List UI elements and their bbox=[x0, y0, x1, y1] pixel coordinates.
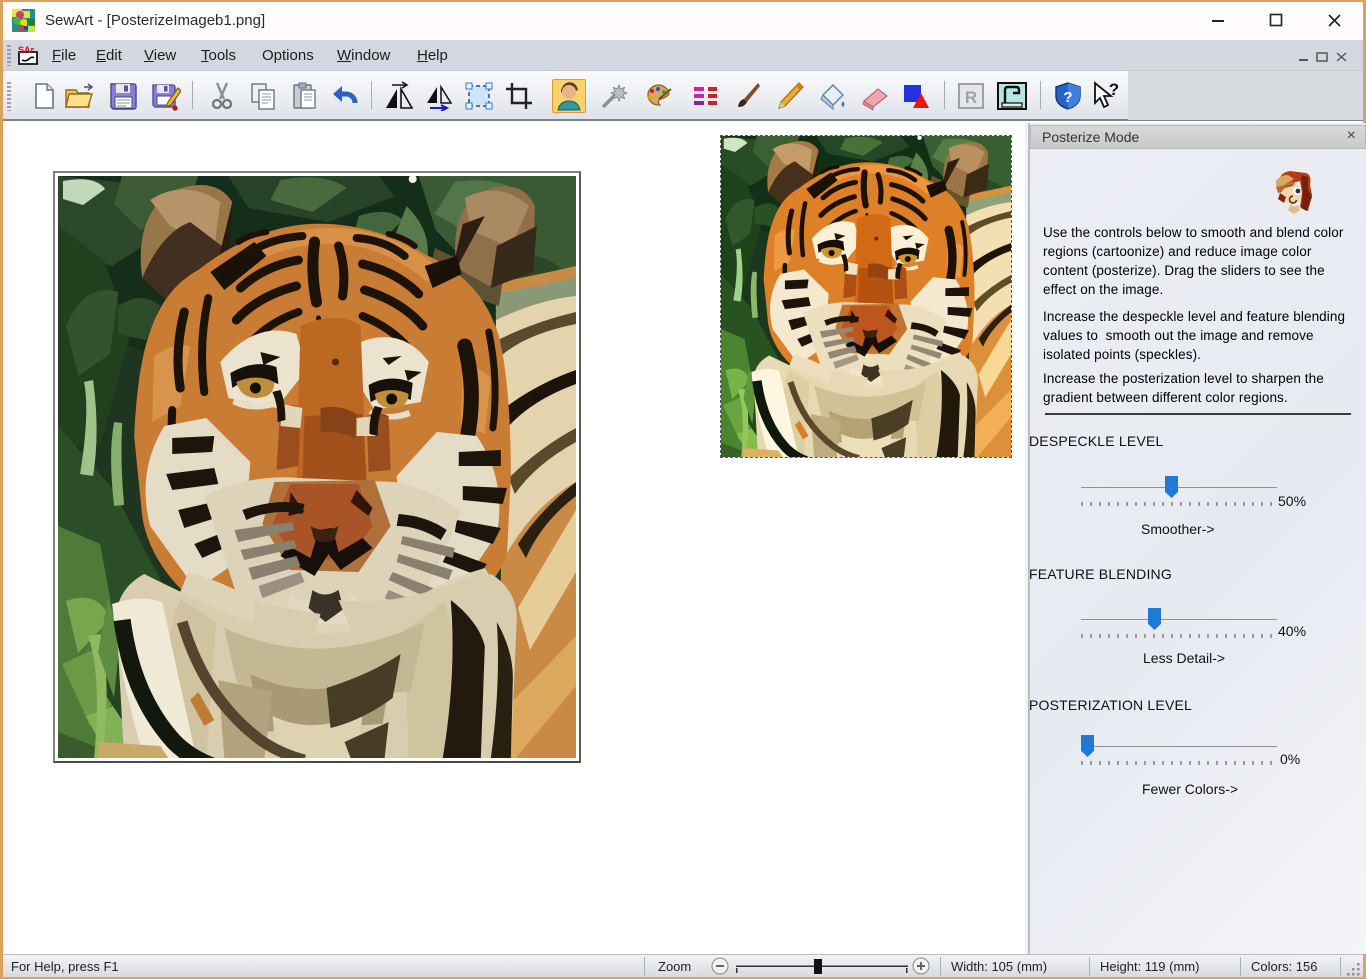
svg-text:?: ? bbox=[1063, 89, 1072, 106]
svg-text:SAr: SAr bbox=[18, 45, 35, 55]
svg-text:?: ? bbox=[1109, 81, 1119, 99]
svg-text:R: R bbox=[965, 88, 977, 107]
